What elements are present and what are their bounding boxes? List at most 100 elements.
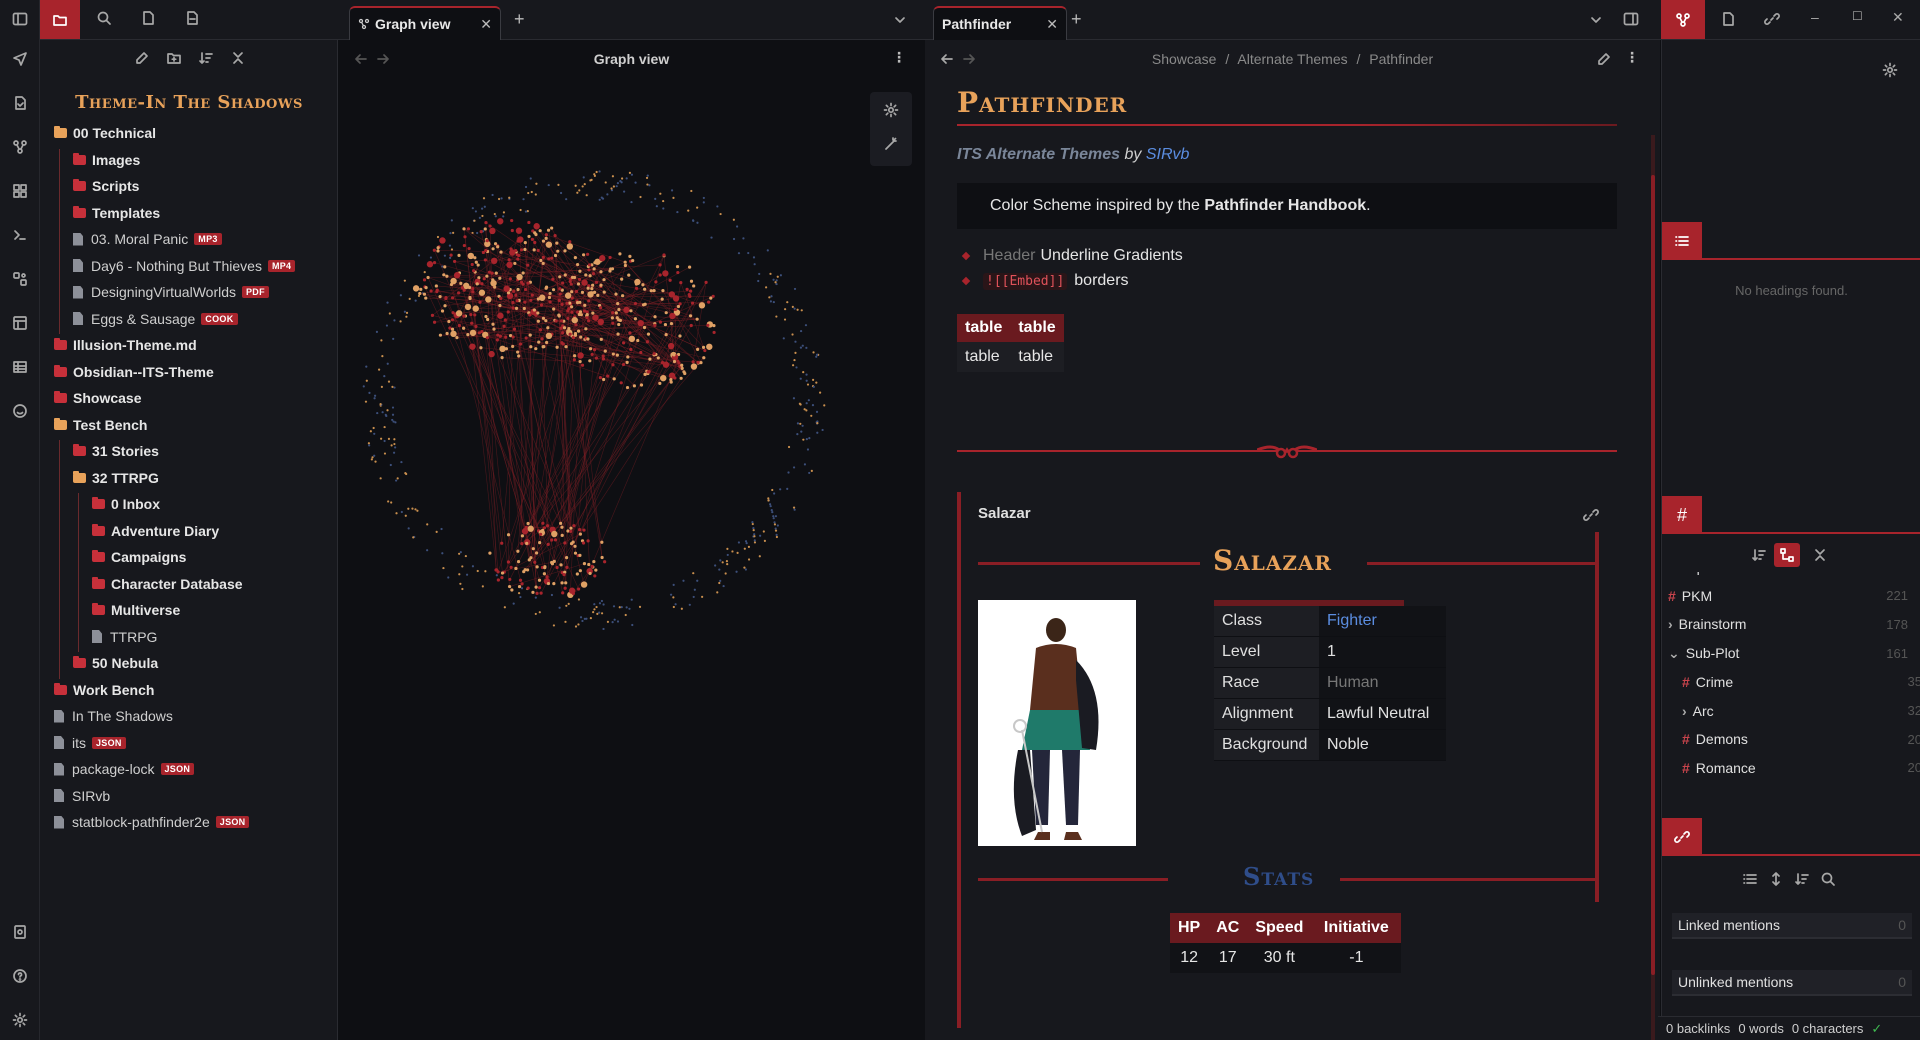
tree-folder[interactable]: Scripts xyxy=(73,175,139,197)
sidebar-toggle-icon[interactable] xyxy=(8,7,32,31)
maximize-button[interactable]: ☐ xyxy=(1852,9,1863,23)
dice-icon[interactable] xyxy=(8,267,32,291)
new-tab-button[interactable]: + xyxy=(1071,9,1082,30)
breadcrumb-alternate-themes[interactable]: Alternate Themes xyxy=(1237,51,1347,67)
more-options-icon[interactable]: ⋮ xyxy=(892,49,906,66)
tree-file[interactable]: Day6 - Nothing But Thieves MP4 xyxy=(73,255,296,277)
forward-arrow-icon[interactable] xyxy=(961,51,977,67)
tree-folder[interactable]: Test Bench xyxy=(54,414,147,436)
tree-file[interactable]: 03. Moral Panic MP3 xyxy=(73,228,222,250)
more-options-icon[interactable]: ⋮ xyxy=(1625,49,1639,66)
tree-folder[interactable]: Templates xyxy=(73,202,160,224)
tag-item[interactable]: # Romance 20 xyxy=(1682,757,1920,779)
graph-canvas[interactable] xyxy=(339,80,924,1040)
sort-icon[interactable] xyxy=(1794,871,1810,887)
vault-switch-icon[interactable] xyxy=(8,920,32,944)
tree-folder[interactable]: Illusion-Theme.md xyxy=(54,334,197,356)
chevron-icon[interactable]: › xyxy=(1668,616,1673,632)
scrollbar-track[interactable] xyxy=(1651,135,1655,1040)
tag-item[interactable]: # Crime 35 xyxy=(1682,671,1920,693)
tag-item[interactable]: # Topic 258 xyxy=(1668,572,1908,578)
tree-file[interactable]: its JSON xyxy=(54,732,126,754)
back-arrow-icon[interactable] xyxy=(939,51,955,67)
back-arrow-icon[interactable] xyxy=(353,51,369,67)
close-window-button[interactable]: ✕ xyxy=(1892,9,1904,26)
chevron-down-icon[interactable] xyxy=(1588,12,1604,28)
close-tab-icon[interactable]: ✕ xyxy=(480,16,492,33)
search-icon[interactable] xyxy=(1820,871,1836,887)
tag-item[interactable]: › Brainstorm 178 xyxy=(1668,613,1908,635)
tag-item[interactable]: ⌄ Sub-Plot 161 xyxy=(1668,642,1908,664)
minimize-button[interactable]: – xyxy=(1811,9,1819,25)
backlinks-count[interactable]: 0 backlinks xyxy=(1666,1021,1730,1036)
gear-icon[interactable] xyxy=(1882,62,1898,78)
tree-folder[interactable]: Campaigns xyxy=(92,546,186,568)
send-icon[interactable] xyxy=(8,47,32,71)
tree-folder[interactable]: Adventure Diary xyxy=(92,520,219,542)
tree-file[interactable]: package-lock JSON xyxy=(54,758,195,780)
graph-icon[interactable] xyxy=(8,135,32,159)
breadcrumb-showcase[interactable]: Showcase xyxy=(1152,51,1217,67)
right-graph-tab[interactable] xyxy=(1661,0,1705,39)
file-explorer-tab[interactable] xyxy=(40,0,80,39)
collapse-icon[interactable] xyxy=(1812,547,1828,563)
open-link-icon[interactable] xyxy=(1583,507,1599,523)
tag-item[interactable]: # Demons 20 xyxy=(1682,728,1920,750)
new-tab-button[interactable]: + xyxy=(514,9,525,30)
sort-icon[interactable] xyxy=(1751,547,1767,563)
scrollbar-thumb[interactable] xyxy=(1651,175,1655,975)
tab-graph-view[interactable]: Graph view ✕ xyxy=(349,6,501,40)
tree-folder[interactable]: Work Bench xyxy=(54,679,154,701)
linked-mentions[interactable]: Linked mentions 0 xyxy=(1672,913,1912,939)
smile-icon[interactable] xyxy=(8,399,32,423)
outline-tab[interactable] xyxy=(1662,222,1702,260)
chevron-down-icon[interactable] xyxy=(892,12,908,28)
grid-icon[interactable] xyxy=(8,179,32,203)
new-note-icon[interactable] xyxy=(134,50,150,66)
tree-folder[interactable]: Obsidian--ITS-Theme xyxy=(54,361,214,383)
tag-item[interactable]: › Arc 32 xyxy=(1682,700,1920,722)
tree-folder[interactable]: 32 TTRPG xyxy=(73,467,159,489)
right-sidebar-toggle-icon[interactable] xyxy=(1623,11,1639,27)
tags-tab[interactable]: # xyxy=(1662,496,1702,534)
tree-file[interactable]: SIRvb xyxy=(54,785,110,807)
tree-file[interactable]: Eggs & Sausage COOK xyxy=(73,308,238,330)
tree-file[interactable]: TTRPG xyxy=(92,626,157,648)
subtitle-link[interactable]: ITS Alternate Themes xyxy=(957,146,1120,163)
settings-icon[interactable] xyxy=(8,1008,32,1032)
collapse-all-icon[interactable] xyxy=(230,50,246,66)
sort-icon[interactable] xyxy=(198,50,214,66)
search-icon[interactable] xyxy=(96,10,112,26)
file-icon[interactable] xyxy=(1720,11,1736,27)
forward-arrow-icon[interactable] xyxy=(375,51,391,67)
file-copy-icon[interactable] xyxy=(8,91,32,115)
terminal-icon[interactable] xyxy=(8,223,32,247)
edit-pencil-icon[interactable] xyxy=(1596,51,1612,67)
tree-file[interactable]: In The Shadows xyxy=(54,705,173,727)
author-link[interactable]: SIRvb xyxy=(1146,146,1190,163)
tree-folder[interactable]: 0 Inbox xyxy=(92,493,160,515)
unlinked-mentions[interactable]: Unlinked mentions 0 xyxy=(1672,970,1912,996)
tab-pathfinder[interactable]: Pathfinder ✕ xyxy=(933,6,1067,40)
bookmark-file-icon[interactable] xyxy=(140,10,156,26)
infobox-value-link[interactable]: Fighter xyxy=(1319,606,1446,637)
recent-file-icon[interactable] xyxy=(184,10,200,26)
tree-file[interactable]: statblock-pathfinder2e JSON xyxy=(54,811,250,833)
tree-toggle-button[interactable] xyxy=(1774,543,1800,567)
backlinks-tab[interactable] xyxy=(1662,818,1702,856)
tree-file[interactable]: DesigningVirtualWorlds PDF xyxy=(73,281,269,303)
help-icon[interactable] xyxy=(8,964,32,988)
tree-folder[interactable]: Character Database xyxy=(92,573,243,595)
tag-item[interactable]: # PKM 221 xyxy=(1668,585,1908,607)
tree-folder[interactable]: 31 Stories xyxy=(73,440,159,462)
chevron-icon[interactable]: ⌄ xyxy=(1668,645,1680,662)
chevron-icon[interactable]: › xyxy=(1682,703,1687,719)
layout-icon[interactable] xyxy=(8,311,32,335)
close-tab-icon[interactable]: ✕ xyxy=(1046,16,1058,33)
new-folder-icon[interactable] xyxy=(166,50,182,66)
expand-icon[interactable] xyxy=(1768,871,1784,887)
tree-folder[interactable]: 00 Technical xyxy=(54,122,156,144)
tree-folder[interactable]: 50 Nebula xyxy=(73,652,158,674)
tree-folder[interactable]: Multiverse xyxy=(92,599,180,621)
list-icon[interactable] xyxy=(1742,871,1758,887)
